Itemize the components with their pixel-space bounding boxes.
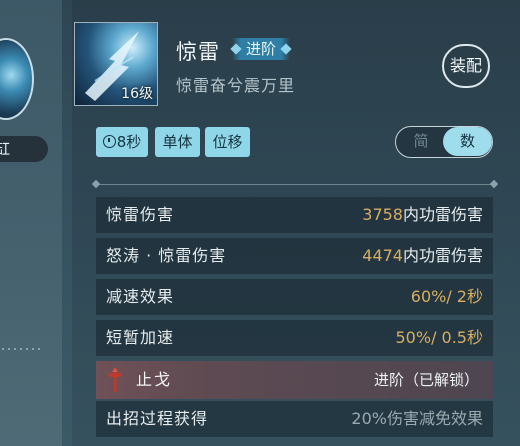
cooldown-value: 8秒 [116,133,142,151]
toggle-simple-option[interactable]: 简 [396,127,446,156]
stat-unit: 内功雷伤害 [402,246,483,265]
stat-row: 短暂加速 50%/ 0.5秒 [96,320,493,356]
movement-tag: 位移 [205,127,250,157]
skill-name: 惊雷 [176,40,220,64]
equip-button[interactable]: 装配 [442,44,490,88]
simple-detail-toggle[interactable]: 简 数 [395,126,493,158]
dotted-separator [0,348,44,350]
section-divider [96,184,494,185]
skill-subtitle: 惊雷奋兮震万里 [176,76,296,95]
stat-value: 3758内功雷伤害 [362,197,483,233]
stat-row: 怒涛 · 惊雷伤害 4474内功雷伤害 [96,238,493,274]
stat-label: 短暂加速 [106,328,175,347]
advance-badge: 进阶 [232,38,291,60]
note-label: 出招过程获得 [106,409,209,428]
stat-row: 减速效果 60%/ 2秒 [96,279,493,315]
upgrade-row[interactable]: 止戈 进阶（已解锁） [96,361,493,399]
stat-value: 50%/ 0.5秒 [396,320,484,356]
stat-label: 怒涛 · 惊雷伤害 [106,246,227,265]
stat-label: 减速效果 [106,287,175,306]
stat-label: 惊雷伤害 [106,205,175,224]
stat-number: 3758 [362,205,403,224]
skill-level: 16级 [121,86,153,102]
effect-note-row: 出招过程获得 20%伤害减免效果 [96,401,493,437]
stat-value: 4474内功雷伤害 [362,238,483,274]
cooldown-tag: 8秒 [96,127,148,157]
stat-number: 60%/ 2秒 [410,287,483,306]
halberd-icon [108,368,122,392]
stat-value: 60%/ 2秒 [411,279,483,315]
upgrade-name: 止戈 [136,370,173,389]
target-tag: 单体 [155,127,200,157]
stat-unit: 内功雷伤害 [402,205,483,224]
upgrade-status: 进阶（已解锁） [373,371,479,389]
skill-lightning-icon: 16级 [74,22,158,106]
toggle-detail-option[interactable]: 数 [443,127,492,156]
stat-number: 50%/ 0.5秒 [395,328,484,347]
left-pill-label[interactable]: 缸 [0,136,48,162]
stat-row: 惊雷伤害 3758内功雷伤害 [96,197,493,233]
clock-icon [102,135,116,148]
note-value: 20%伤害减免效果 [351,409,483,428]
stat-number: 4474 [362,246,403,265]
